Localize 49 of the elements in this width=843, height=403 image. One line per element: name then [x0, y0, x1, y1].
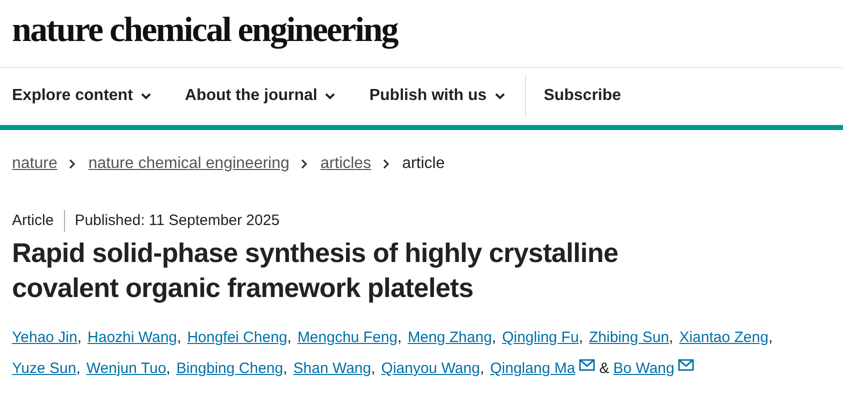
separator: , [371, 360, 376, 377]
breadcrumb-link[interactable]: nature chemical engineering [88, 152, 290, 176]
mail-icon[interactable] [678, 359, 694, 372]
separator: , [578, 329, 583, 346]
chevron-down-icon [325, 92, 336, 100]
article-title: Rapid solid-phase synthesis of highly crystalline covalent organic framework platelets [11, 237, 620, 305]
article-type: Article [12, 210, 65, 232]
conjunction: & [599, 360, 610, 377]
nav-link[interactable]: Subscribe [544, 84, 622, 108]
author-link[interactable]: Mengchu Feng [297, 329, 398, 346]
author-link[interactable]: Bingbing Cheng [176, 360, 284, 377]
separator: , [77, 329, 82, 346]
mail-icon[interactable] [579, 359, 596, 372]
author-link[interactable]: Zhibing Sun [588, 329, 670, 346]
chevron-down-icon [494, 92, 505, 100]
author-link[interactable]: Hongfei Cheng [187, 329, 288, 346]
separator: , [283, 360, 288, 377]
separator: , [166, 360, 170, 377]
separator: , [287, 329, 292, 346]
separator: , [492, 329, 496, 346]
author-link[interactable]: Meng Zhang [408, 329, 492, 346]
author-link[interactable]: Shan Wang [293, 360, 372, 377]
journal-logo[interactable]: nature chemical engineering [12, 10, 398, 49]
chevron-right-icon [301, 158, 308, 168]
chevron-down-icon [140, 92, 151, 100]
author-link[interactable]: Qinglang Ma [490, 360, 576, 377]
author-link[interactable]: Yuze Sun [12, 360, 76, 377]
author-link[interactable]: Qingling Fu [502, 329, 579, 346]
chevron-right-icon [69, 158, 76, 168]
separator: , [76, 360, 80, 377]
author-link[interactable]: Xiantao Zeng [679, 329, 768, 346]
nav-menu-button[interactable]: Publish with us [369, 84, 505, 108]
separator: , [669, 329, 674, 346]
publish-date: Published: 11 September 2025 [74, 210, 280, 230]
separator: , [177, 329, 182, 346]
nav-menu-button[interactable]: About the journal [184, 84, 336, 108]
author-link[interactable]: Wenjun Tuo [86, 360, 166, 377]
author-link[interactable]: Bo Wang [613, 360, 674, 377]
breadcrumb-link[interactable]: nature [12, 152, 58, 176]
nav-menu-button[interactable]: Explore content [12, 84, 151, 108]
author-link[interactable]: Qianyou Wang [381, 360, 480, 377]
chevron-right-icon [383, 158, 390, 168]
author-link[interactable]: Haozhi Wang [88, 329, 178, 346]
separator: , [768, 329, 773, 346]
separator: , [398, 329, 402, 346]
breadcrumb-link[interactable]: articles [320, 152, 372, 176]
breadcrumb-current: article [402, 154, 445, 174]
separator: , [480, 360, 484, 377]
author-link[interactable]: Yehao Jin [12, 329, 78, 346]
